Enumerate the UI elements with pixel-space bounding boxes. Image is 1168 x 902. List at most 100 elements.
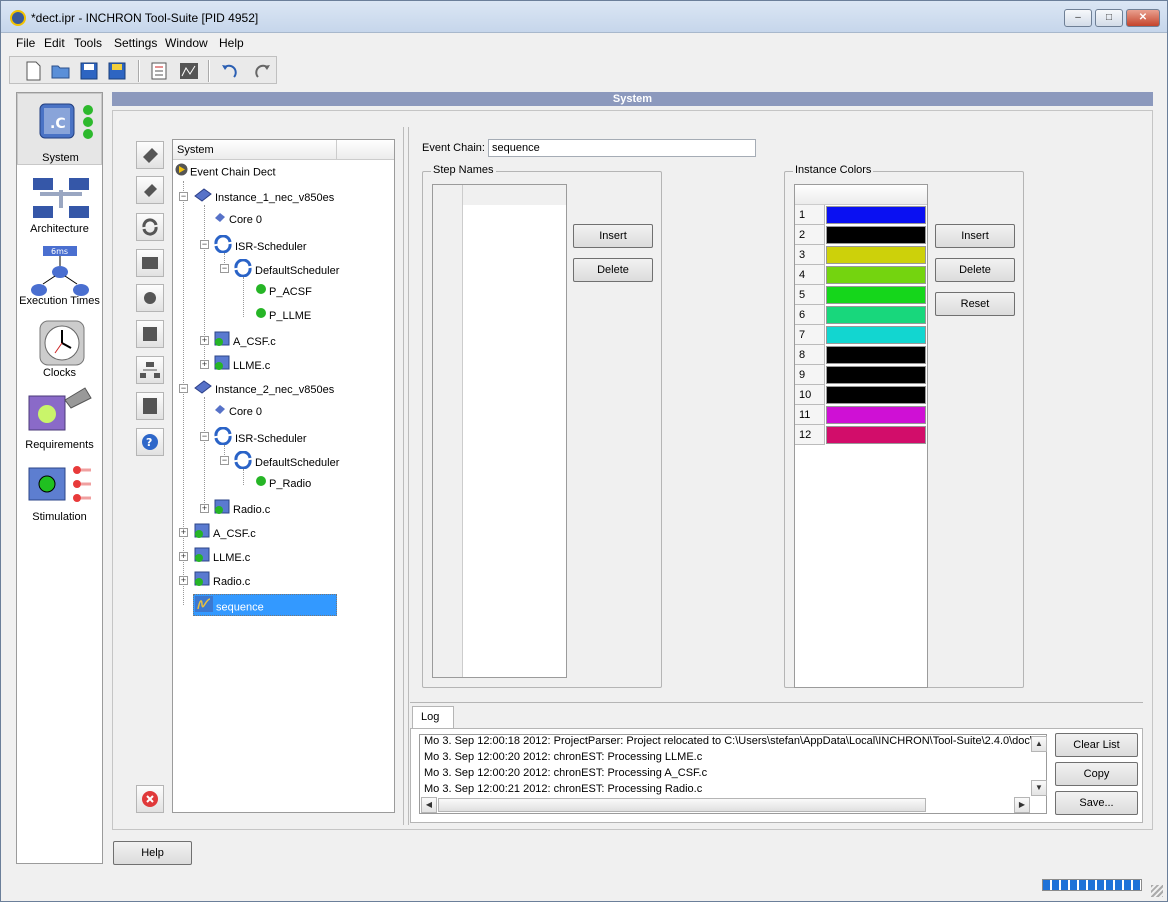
tree-node[interactable]: Event Chain Dect [175, 163, 276, 181]
redo-icon[interactable] [252, 60, 274, 82]
tree-node[interactable]: DefaultScheduler [233, 450, 339, 470]
help-icon[interactable]: ? [136, 428, 164, 456]
menu-tools[interactable]: Tools [74, 36, 102, 50]
color-reset-button[interactable]: Reset [935, 292, 1015, 316]
nav-item-architecture[interactable]: Architecture [17, 168, 102, 236]
add-hierarchy-icon[interactable] [136, 356, 164, 384]
scroll-right-icon[interactable]: ▶ [1014, 797, 1030, 813]
nav-item-system[interactable]: .C System [17, 93, 102, 165]
resize-grip-icon[interactable] [1151, 885, 1163, 897]
save-log-button[interactable]: Save... [1055, 791, 1138, 815]
menu-help[interactable]: Help [219, 36, 244, 50]
tree-node-label: Instance_2_nec_v850es [215, 383, 335, 396]
tree-node[interactable]: P_LLME [255, 307, 311, 325]
horizontal-scrollbar-thumb[interactable] [438, 798, 926, 812]
color-swatch[interactable] [826, 246, 926, 264]
panel-splitter[interactable] [403, 127, 409, 825]
menu-edit[interactable]: Edit [44, 36, 65, 50]
menu-file[interactable]: File [16, 36, 35, 50]
nav-item-requirements[interactable]: Requirements [17, 384, 102, 452]
color-swatch[interactable] [826, 366, 926, 384]
tree-node[interactable]: Core 0 [213, 403, 262, 421]
clear-list-button[interactable]: Clear List [1055, 733, 1138, 757]
expand-toggle[interactable]: + [200, 336, 209, 345]
collapse-toggle[interactable]: − [200, 432, 209, 441]
color-swatch[interactable] [826, 226, 926, 244]
tree-node[interactable]: ISR-Scheduler [213, 234, 307, 254]
remove-icon[interactable] [136, 785, 164, 813]
add-item-icon[interactable] [136, 392, 164, 420]
tab-log[interactable]: Log [412, 706, 454, 728]
tree-node[interactable]: Instance_2_nec_v850es [193, 379, 334, 397]
nav-item-stimulation[interactable]: Stimulation [17, 456, 102, 524]
collapse-toggle[interactable]: − [200, 240, 209, 249]
tree-column-system: System [177, 144, 214, 156]
event-chain-field[interactable]: sequence [488, 139, 756, 157]
menu-window[interactable]: Window [165, 36, 208, 50]
expand-toggle[interactable]: + [200, 360, 209, 369]
collapse-toggle[interactable]: − [220, 456, 229, 465]
scroll-up-icon[interactable]: ▲ [1031, 736, 1047, 752]
save-icon[interactable] [78, 60, 100, 82]
color-insert-button[interactable]: Insert [935, 224, 1015, 248]
tree-node[interactable]: LLME.c [193, 547, 250, 565]
color-swatch[interactable] [826, 426, 926, 444]
tree-node[interactable]: Radio.c [213, 499, 270, 517]
open-icon[interactable] [50, 60, 72, 82]
tree-node[interactable]: A_CSF.c [193, 523, 256, 541]
copy-button[interactable]: Copy [1055, 762, 1138, 786]
color-swatch[interactable] [826, 386, 926, 404]
color-swatch[interactable] [826, 286, 926, 304]
expand-toggle[interactable]: + [179, 576, 188, 585]
log-line: Mo 3. Sep 12:00:20 2012: chronEST: Proce… [424, 751, 703, 763]
expand-toggle[interactable]: + [179, 528, 188, 537]
expand-toggle[interactable]: + [179, 552, 188, 561]
help-button[interactable]: Help [113, 841, 192, 865]
tree-node[interactable]: DefaultScheduler [233, 258, 339, 278]
close-button[interactable]: ✕ [1126, 9, 1160, 27]
step-names-list[interactable] [432, 184, 567, 678]
tree-node[interactable]: ISR-Scheduler [213, 426, 307, 446]
menu-settings[interactable]: Settings [114, 36, 157, 50]
scroll-left-icon[interactable]: ◀ [421, 797, 437, 813]
color-swatch[interactable] [826, 206, 926, 224]
color-swatch[interactable] [826, 346, 926, 364]
tree-node-label: ISR-Scheduler [235, 432, 307, 445]
collapse-toggle[interactable]: − [179, 384, 188, 393]
tree-node[interactable]: Radio.c [193, 571, 250, 589]
add-process-icon[interactable] [136, 176, 164, 204]
tree-node[interactable]: LLME.c [213, 355, 270, 373]
add-component-icon[interactable] [136, 141, 164, 169]
tree-node[interactable]: P_Radio [255, 475, 311, 493]
color-swatch[interactable] [826, 266, 926, 284]
add-scheduler-icon[interactable] [136, 213, 164, 241]
nav-item-execution-times[interactable]: 6ms Execution Times [17, 240, 102, 308]
process-icon [255, 307, 267, 325]
nav-item-clocks[interactable]: Clocks [17, 312, 102, 380]
collapse-toggle[interactable]: − [220, 264, 229, 273]
properties-icon[interactable] [148, 60, 170, 82]
tree-node[interactable]: Instance_1_nec_v850es [193, 187, 334, 205]
collapse-toggle[interactable]: − [179, 192, 188, 201]
color-swatch[interactable] [826, 326, 926, 344]
step-delete-button[interactable]: Delete [573, 258, 653, 282]
add-node-icon[interactable] [136, 284, 164, 312]
save-as-icon[interactable] [106, 60, 128, 82]
minimize-button[interactable]: – [1064, 9, 1092, 27]
scroll-down-icon[interactable]: ▼ [1031, 780, 1047, 796]
expand-toggle[interactable]: + [200, 504, 209, 513]
step-insert-button[interactable]: Insert [573, 224, 653, 248]
undo-icon[interactable] [218, 60, 240, 82]
tree-node-selected[interactable]: sequence [193, 594, 337, 616]
new-icon[interactable] [22, 60, 44, 82]
add-block-icon[interactable] [136, 249, 164, 277]
color-swatch[interactable] [826, 306, 926, 324]
tree-node[interactable]: P_ACSF [255, 283, 312, 301]
color-swatch[interactable] [826, 406, 926, 424]
color-delete-button[interactable]: Delete [935, 258, 1015, 282]
chart-icon[interactable] [178, 60, 200, 82]
tree-node[interactable]: Core 0 [213, 211, 262, 229]
tree-node[interactable]: A_CSF.c [213, 331, 276, 349]
add-box-icon[interactable] [136, 320, 164, 348]
maximize-button[interactable]: □ [1095, 9, 1123, 27]
